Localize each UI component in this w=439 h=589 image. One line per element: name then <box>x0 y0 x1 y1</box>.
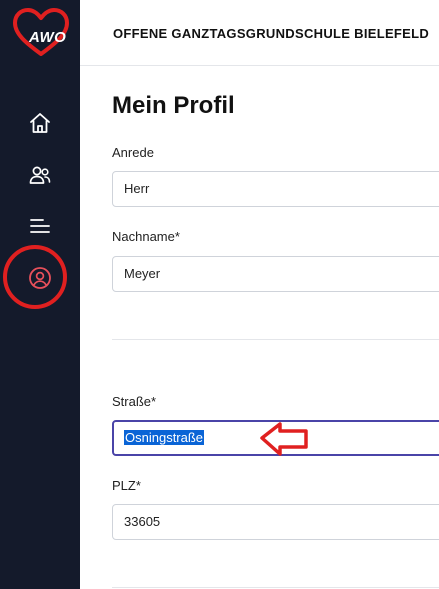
page-title: Mein Profil <box>112 92 235 119</box>
logo-text: AWO <box>29 29 67 46</box>
bottom-divider <box>112 587 439 588</box>
users-icon <box>29 166 51 184</box>
highlight-circle <box>3 245 67 309</box>
strasse-value: Osningstraße <box>124 430 205 445</box>
plz-label: PLZ* <box>112 478 141 493</box>
anrede-label: Anrede <box>112 145 154 160</box>
plz-value: 33605 <box>124 514 161 529</box>
school-title: OFFENE GANZTAGSGRUNDSCHULE BIELEFELD <box>113 26 430 41</box>
strasse-label: Straße* <box>112 394 157 409</box>
red-arrow-icon <box>260 422 308 456</box>
nachname-field[interactable]: Meyer <box>112 256 439 292</box>
nav-menu[interactable] <box>28 214 52 238</box>
anrede-field[interactable]: Herr <box>112 171 439 207</box>
home-icon <box>30 113 50 133</box>
top-header: OFFENE GANZTAGSGRUNDSCHULE BIELEFELD <box>80 0 439 66</box>
nav-home[interactable] <box>28 111 52 135</box>
section-divider <box>112 339 439 340</box>
anrede-value: Herr <box>124 181 150 196</box>
nav-users[interactable] <box>28 163 52 187</box>
awo-logo[interactable]: AWO <box>12 8 70 58</box>
menu-lines-icon <box>30 219 50 233</box>
nachname-value: Meyer <box>124 266 161 281</box>
plz-field[interactable]: 33605 <box>112 504 439 540</box>
nachname-label: Nachname* <box>112 229 180 244</box>
